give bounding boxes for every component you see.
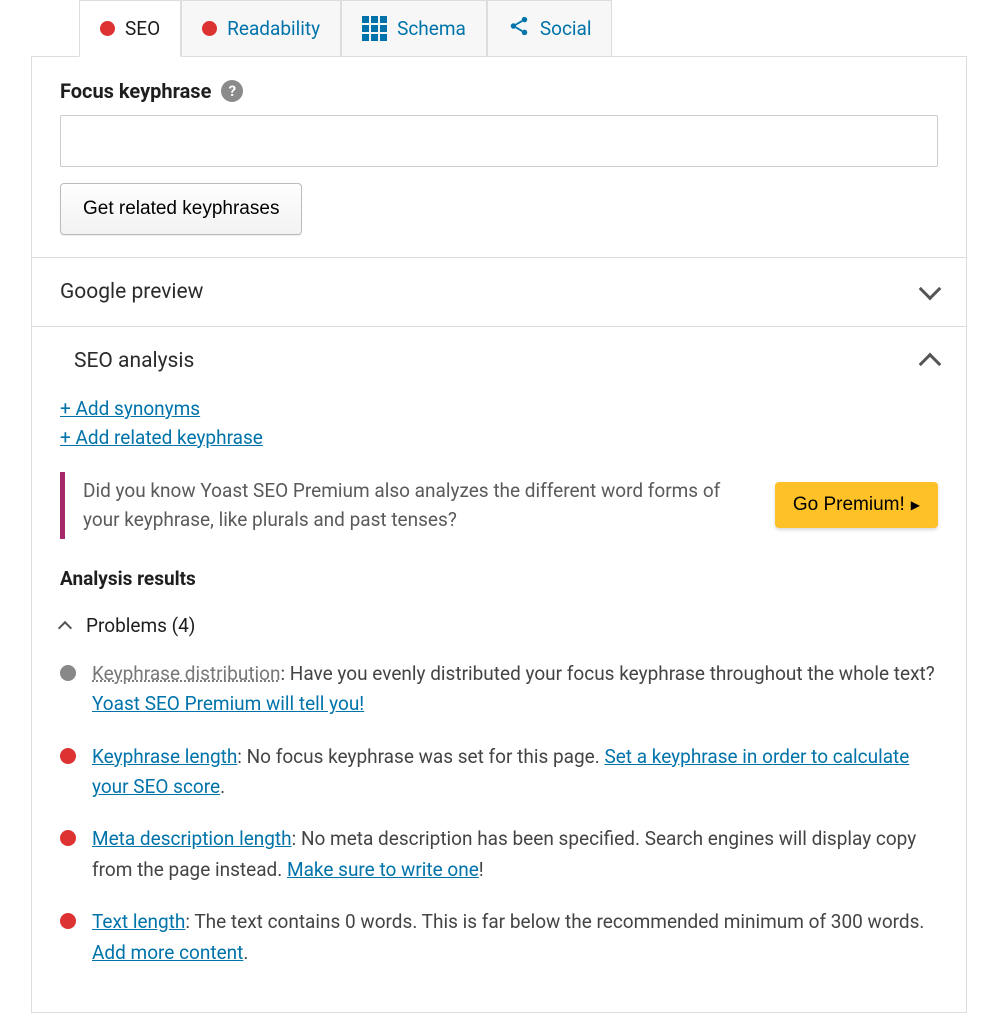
result-action-link[interactable]: Add more content [92, 941, 243, 964]
focus-keyphrase-input[interactable] [60, 115, 938, 167]
tab-readability[interactable]: Readability [181, 0, 341, 57]
chevron-up-icon [58, 621, 72, 635]
result-text: Keyphrase length: No focus keyphrase was… [92, 742, 938, 803]
triangle-right-icon: ▶ [911, 498, 920, 512]
result-item: Keyphrase length: No focus keyphrase was… [60, 742, 938, 803]
add-related-keyphrase-link[interactable]: + Add related keyphrase [60, 426, 263, 449]
result-item: Keyphrase distribution: Have you evenly … [60, 659, 938, 720]
seo-analysis-toggle[interactable]: SEO analysis [32, 326, 966, 395]
bullet-icon [60, 830, 76, 846]
result-tail: ! [479, 858, 484, 881]
bullet-icon [60, 748, 76, 764]
result-label-link[interactable]: Meta description length [92, 827, 292, 850]
tab-label: SEO [125, 17, 160, 40]
status-dot-icon [202, 21, 217, 36]
result-label-link[interactable]: Keyphrase length [92, 745, 237, 768]
google-preview-toggle[interactable]: Google preview [32, 258, 966, 326]
go-premium-button[interactable]: Go Premium! ▶ [775, 482, 938, 528]
focus-keyphrase-label: Focus keyphrase [60, 79, 211, 103]
analysis-results-heading: Analysis results [60, 567, 938, 590]
bullet-icon [60, 665, 76, 681]
seo-analysis-title: SEO analysis [74, 349, 194, 373]
tab-social[interactable]: Social [487, 0, 613, 57]
premium-promo: Did you know Yoast SEO Premium also anal… [60, 472, 938, 539]
tab-label: Social [540, 17, 592, 40]
add-synonyms-link[interactable]: + Add synonyms [60, 397, 200, 420]
chevron-down-icon [919, 278, 942, 301]
promo-button-label: Go Premium! [793, 494, 905, 516]
result-text: Meta description length: No meta descrip… [92, 824, 938, 885]
result-label-link[interactable]: Text length [92, 910, 185, 933]
problems-label: Problems (4) [86, 614, 195, 637]
result-description: : No focus keyphrase was set for this pa… [237, 745, 604, 768]
status-dot-icon [100, 21, 115, 36]
focus-keyphrase-panel: Focus keyphrase ? Get related keyphrases [31, 56, 967, 258]
tab-schema[interactable]: Schema [341, 0, 487, 57]
promo-text: Did you know Yoast SEO Premium also anal… [83, 476, 755, 535]
tab-label: Readability [227, 17, 320, 40]
result-action-link[interactable]: Yoast SEO Premium will tell you! [92, 692, 364, 715]
tab-seo[interactable]: SEO [79, 0, 181, 57]
result-tail: . [243, 941, 248, 964]
result-label-link[interactable]: Keyphrase distribution [92, 662, 280, 685]
get-related-keyphrases-button[interactable]: Get related keyphrases [60, 183, 302, 235]
bullet-icon [60, 913, 76, 929]
share-icon [508, 15, 530, 42]
google-preview-title: Google preview [60, 280, 203, 304]
problems-toggle[interactable]: Problems (4) [60, 614, 938, 637]
chevron-up-icon [919, 353, 942, 376]
result-item: Text length: The text contains 0 words. … [60, 907, 938, 968]
grid-icon [362, 16, 387, 41]
result-description: : Have you evenly distributed your focus… [280, 662, 934, 685]
result-tail: . [220, 775, 225, 798]
tab-bar: SEO Readability Schema Social [79, 0, 967, 57]
tab-label: Schema [397, 17, 466, 40]
seo-analysis-body: + Add synonyms + Add related keyphrase D… [32, 395, 966, 1012]
result-action-link[interactable]: Make sure to write one [287, 858, 479, 881]
result-item: Meta description length: No meta descrip… [60, 824, 938, 885]
help-icon[interactable]: ? [221, 80, 243, 102]
result-text: Text length: The text contains 0 words. … [92, 907, 938, 968]
result-text: Keyphrase distribution: Have you evenly … [92, 659, 938, 720]
results-list: Keyphrase distribution: Have you evenly … [60, 659, 938, 968]
result-description: : The text contains 0 words. This is far… [185, 910, 924, 933]
